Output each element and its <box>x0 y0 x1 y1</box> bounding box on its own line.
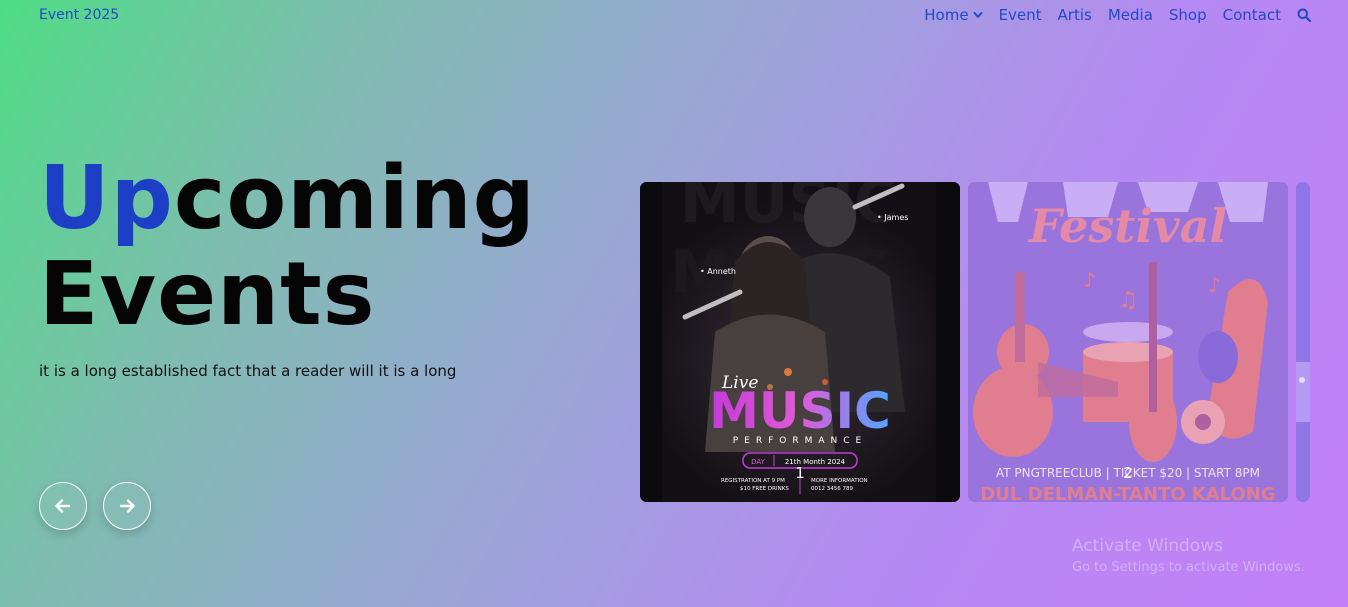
arrow-left-icon <box>55 499 71 513</box>
windows-activation-watermark: Activate Windows Go to Settings to activ… <box>1072 536 1305 575</box>
slider-next-button[interactable] <box>103 482 151 530</box>
svg-text:MUSIC: MUSIC <box>680 182 898 237</box>
nav-artis[interactable]: Artis <box>1058 6 1092 24</box>
event-card-music[interactable]: MUSIC MUSIC • Anneth • James Live MUSIC … <box>640 182 960 502</box>
festival-names: DUL DELMAN-TANTO KALONG <box>980 484 1275 502</box>
event-card-partial[interactable] <box>1296 182 1310 502</box>
nav-home[interactable]: Home <box>924 6 983 24</box>
event-card-festival[interactable]: Festival ♪ ♫ ♪ AT PNGTREECLUB | TICKET $… <box>968 182 1288 502</box>
svg-text:♫: ♫ <box>1118 288 1138 313</box>
nav-shop[interactable]: Shop <box>1169 6 1207 24</box>
hero-title-accent: Up <box>39 147 174 249</box>
nav-home-label: Home <box>924 6 969 24</box>
hero-title-rest: coming <box>173 147 536 249</box>
brand-logo-text[interactable]: Event 2025 <box>39 7 119 23</box>
poster-name-left: • Anneth <box>700 267 736 276</box>
event-slider[interactable]: MUSIC MUSIC • Anneth • James Live MUSIC … <box>640 182 1310 502</box>
nav-media[interactable]: Media <box>1108 6 1153 24</box>
poster-subtitle: PERFORMANCE <box>733 436 868 446</box>
watermark-line2: Go to Settings to activate Windows. <box>1072 560 1305 575</box>
search-icon[interactable] <box>1297 8 1311 22</box>
hero-title-line2: Events <box>39 243 376 345</box>
svg-text:♪: ♪ <box>1083 268 1096 292</box>
hero-title: Upcoming Events <box>39 150 536 342</box>
arrow-right-icon <box>119 499 135 513</box>
card-index-1: 1 <box>795 464 805 482</box>
partial-poster-image <box>1296 182 1310 502</box>
nav-event[interactable]: Event <box>999 6 1042 24</box>
poster-reg-line2: $10 FREE DRINKS <box>740 486 789 492</box>
nav-contact[interactable]: Contact <box>1223 6 1281 24</box>
poster-title: MUSIC <box>709 382 891 440</box>
card-index-2: 2 <box>1123 464 1133 482</box>
poster-name-right: • James <box>877 213 908 222</box>
poster-info-line2: 0012 3456 789 <box>811 486 853 492</box>
music-poster-image: MUSIC MUSIC • Anneth • James Live MUSIC … <box>640 182 960 502</box>
festival-poster-image: Festival ♪ ♫ ♪ AT PNGTREECLUB | TICKET $… <box>968 182 1288 502</box>
svg-text:♪: ♪ <box>1208 273 1221 297</box>
hero-subtitle: it is a long established fact that a rea… <box>39 362 457 380</box>
slider-prev-button[interactable] <box>39 482 87 530</box>
festival-title: Festival <box>1027 199 1227 253</box>
chevron-down-icon <box>973 12 983 18</box>
main-nav: Home Event Artis Media Shop Contact <box>924 6 1311 24</box>
watermark-line1: Activate Windows <box>1072 536 1223 556</box>
